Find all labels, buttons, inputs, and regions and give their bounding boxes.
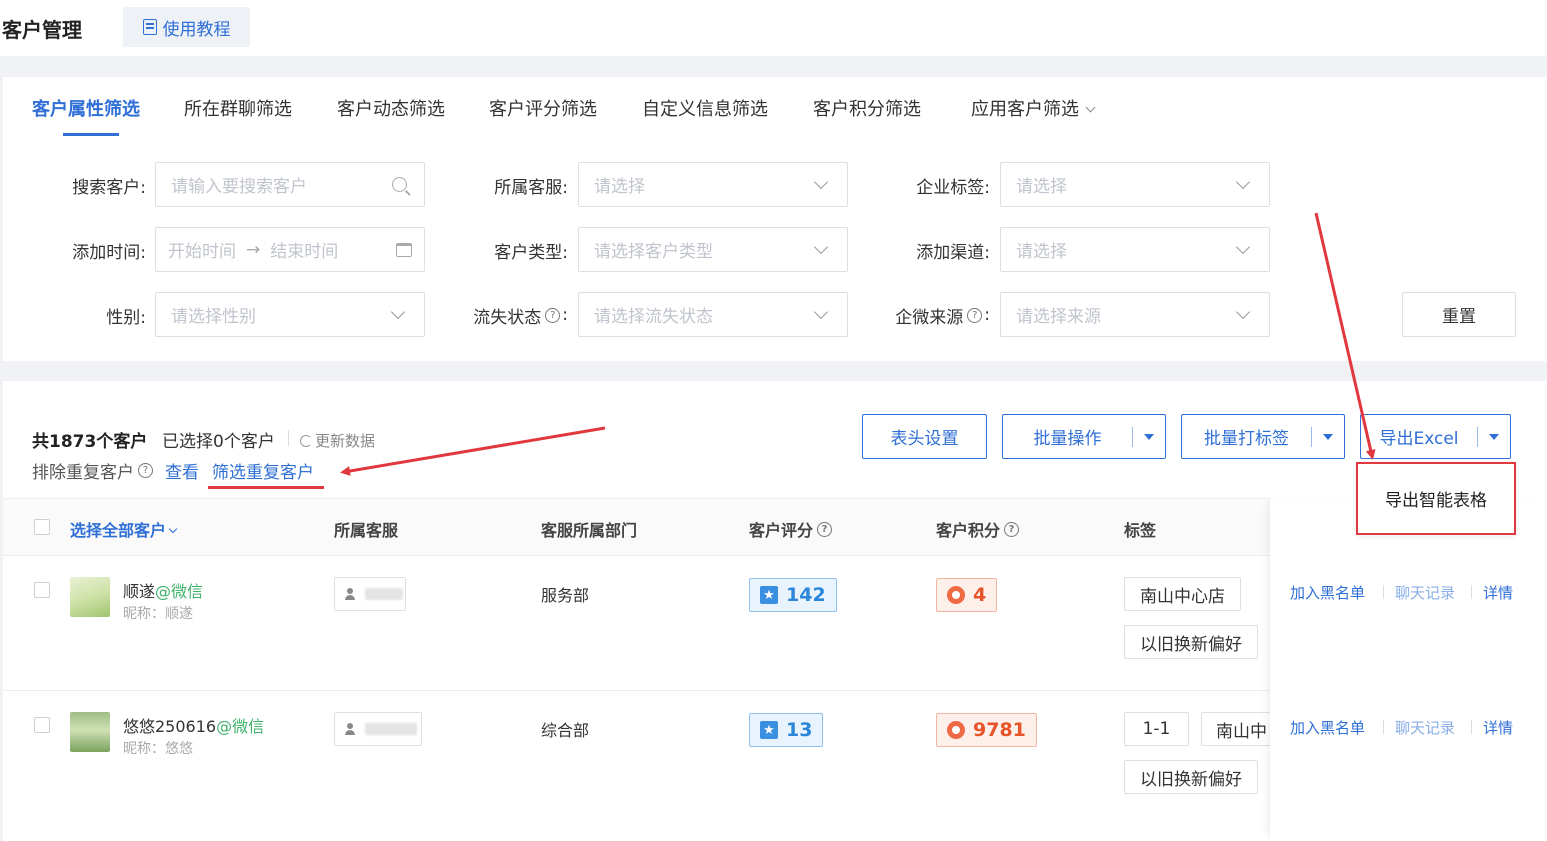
annotation-arrows	[340, 212, 1376, 476]
annotation-arrow-right	[1314, 212, 1376, 460]
annotation-arrow-left	[340, 426, 606, 476]
